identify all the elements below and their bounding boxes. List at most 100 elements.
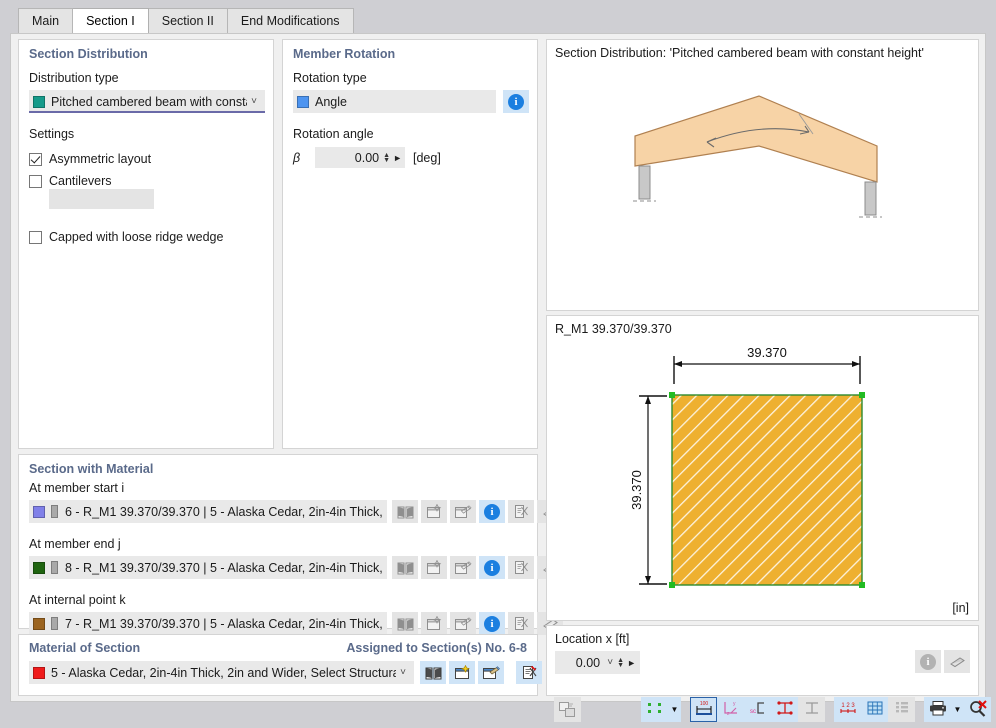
dimension-lines-button[interactable]: 100 [690, 697, 717, 722]
assigned-sections-label: Assigned to Section(s) No. 6-8 [346, 641, 527, 655]
height-dimension-text: 39.370 [629, 470, 644, 510]
section-material-field[interactable]: 6 - R_M1 39.370/39.370 | 5 - Alaska Ceda… [29, 500, 387, 523]
tab-section-i[interactable]: Section I [73, 8, 149, 33]
rotation-type-value: Angle [315, 95, 492, 109]
asymmetric-layout-checkbox[interactable] [29, 153, 42, 166]
edit-section-button[interactable] [450, 556, 476, 579]
distribution-type-value: Pitched cambered beam with constant... [51, 95, 247, 109]
cantilevers-value-field[interactable] [49, 189, 154, 209]
print-button[interactable] [924, 697, 951, 722]
numbering-button[interactable]: 1 2 3 [834, 697, 861, 722]
render-mode-button[interactable] [554, 697, 581, 722]
svg-text:y: y [733, 701, 736, 707]
delete-section-button[interactable] [508, 500, 534, 523]
rotation-type-info-button[interactable]: i [503, 90, 529, 113]
rotation-type-combo[interactable]: Angle [293, 90, 496, 113]
material-of-section-actions [417, 661, 542, 684]
book-button[interactable] [392, 612, 418, 635]
new-section-button[interactable] [421, 556, 447, 579]
material-of-section-panel: Material of Section Assigned to Section(… [18, 634, 538, 696]
new-material-button[interactable] [449, 661, 475, 684]
edit-section-button[interactable] [450, 612, 476, 635]
location-panel: Location x [ft] 0.00 ˅ ▲▼ ► i [546, 625, 979, 696]
cantilevers-label: Cantilevers [49, 174, 112, 188]
edit-section-button[interactable] [450, 500, 476, 523]
rotation-angle-input[interactable]: 0.00 ▲▼ ► [315, 147, 405, 168]
location-value: 0.00 [559, 656, 603, 670]
asymmetric-layout-label: Asymmetric layout [49, 152, 151, 166]
cantilevers-checkbox[interactable] [29, 175, 42, 188]
svg-text:100: 100 [699, 701, 708, 707]
print-dropdown-caret[interactable]: ▼ [951, 697, 964, 722]
member-section-dialog: MainSection ISection IIEnd Modifications… [0, 0, 996, 712]
material-of-section-title: Material of Section [29, 641, 140, 655]
edit-material-button[interactable] [478, 661, 504, 684]
book-button[interactable] [392, 500, 418, 523]
distribution-type-combo[interactable]: Pitched cambered beam with constant... ˅ [29, 90, 265, 113]
node-display-dropdown-caret[interactable]: ▼ [668, 697, 681, 722]
section-info-button[interactable]: i [479, 556, 505, 579]
tab-list: MainSection ISection IIEnd Modifications [18, 8, 354, 33]
section-color-swatch [33, 506, 45, 518]
tab-section-ii[interactable]: Section II [149, 8, 228, 33]
new-section-button[interactable] [421, 612, 447, 635]
principal-axes-button[interactable] [771, 697, 798, 722]
cross-section-panel: R_M1 39.370/39.370 [546, 315, 979, 621]
distribution-type-label: Distribution type [29, 71, 119, 85]
section-outline-icon [802, 700, 822, 719]
new-section-button[interactable] [421, 500, 447, 523]
shear-center-button[interactable]: sc [744, 697, 771, 722]
material-bar-icon [51, 561, 58, 574]
section-with-material-panel: Section with Material At member start i6… [18, 454, 538, 629]
zoom-reset-button[interactable] [964, 697, 991, 722]
info-icon: i [920, 654, 936, 670]
chevron-down-icon: ˅ [247, 97, 261, 107]
section-material-value: 7 - R_M1 39.370/39.370 | 5 - Alaska Ceda… [65, 617, 383, 631]
asymmetric-layout-checkbox-row[interactable]: Asymmetric layout [29, 152, 151, 166]
section-color-swatch [33, 618, 45, 630]
location-info-button[interactable]: i [915, 650, 941, 673]
rotation-angle-label: Rotation angle [293, 127, 374, 141]
axis-system-button[interactable]: yz [717, 697, 744, 722]
rotation-angle-unit: [deg] [413, 151, 441, 165]
section-material-field[interactable]: 7 - R_M1 39.370/39.370 | 5 - Alaska Ceda… [29, 612, 387, 635]
principal-axes-icon [775, 700, 795, 719]
location-input[interactable]: 0.00 ˅ ▲▼ ► [555, 651, 640, 674]
grid-button[interactable] [861, 697, 888, 722]
section-outline-button[interactable] [798, 697, 825, 722]
chevron-down-icon[interactable]: ˅ [603, 658, 617, 668]
section-info-button[interactable]: i [479, 612, 505, 635]
capped-ridge-wedge-label: Capped with loose ridge wedge [49, 230, 223, 244]
material-book-button[interactable] [420, 661, 446, 684]
location-select-button[interactable] [944, 650, 970, 673]
spinner-arrows-icon[interactable]: ▲▼ [383, 153, 390, 163]
material-bar-icon [51, 505, 58, 518]
delete-section-button[interactable] [508, 556, 534, 579]
book-button[interactable] [392, 556, 418, 579]
spinner-arrows-icon[interactable]: ▲▼ [617, 658, 624, 668]
member-rotation-panel: Member Rotation Rotation type Angle i Ro… [282, 39, 538, 449]
section-material-field[interactable]: 8 - R_M1 39.370/39.370 | 5 - Alaska Ceda… [29, 556, 387, 579]
section-material-row-label: At member end j [29, 537, 121, 551]
delete-section-button[interactable] [508, 612, 534, 635]
capped-ridge-wedge-checkbox[interactable] [29, 231, 42, 244]
beta-symbol: β [293, 151, 315, 165]
capped-ridge-wedge-checkbox-row[interactable]: Capped with loose ridge wedge [29, 230, 223, 244]
section-material-row-label: At member start i [29, 481, 124, 495]
material-of-section-combo[interactable]: 5 - Alaska Cedar, 2in-4in Thick, 2in and… [29, 661, 414, 684]
cantilevers-checkbox-row[interactable]: Cantilevers [29, 174, 112, 188]
material-bar-icon [51, 617, 58, 630]
info-icon: i [484, 560, 500, 576]
member-rotation-title: Member Rotation [293, 47, 395, 61]
table-button[interactable] [888, 697, 915, 722]
material-color-swatch [33, 667, 45, 679]
delete-material-button[interactable] [516, 661, 542, 684]
tab-main[interactable]: Main [18, 8, 73, 33]
expand-arrow-icon[interactable]: ► [627, 658, 636, 668]
tab-end-modifications[interactable]: End Modifications [228, 8, 354, 33]
expand-arrow-icon[interactable]: ► [393, 153, 402, 163]
cross-section-title: R_M1 39.370/39.370 [555, 322, 672, 336]
svg-text:sc: sc [750, 709, 756, 715]
node-display-button[interactable] [641, 697, 668, 722]
section-info-button[interactable]: i [479, 500, 505, 523]
